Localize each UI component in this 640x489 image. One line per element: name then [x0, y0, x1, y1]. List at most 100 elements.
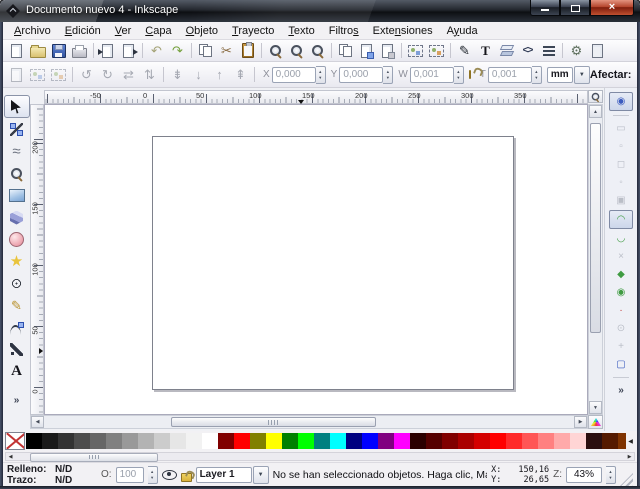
fill-stroke-indicator[interactable]: Relleno:N/D Trazo:N/D — [7, 464, 97, 486]
drawing-canvas[interactable] — [44, 104, 588, 415]
snap-cusp-nodes-button[interactable]: ◆ — [610, 266, 632, 283]
pencil-tool-button[interactable]: ✎ — [5, 295, 29, 316]
menu-ver[interactable]: Ver — [108, 23, 139, 39]
layer-selector[interactable]: Layer 1 — [196, 466, 269, 484]
scroll-up-arrow-icon[interactable] — [589, 105, 602, 118]
text-tool-button[interactable]: A — [5, 361, 29, 382]
palette-swatch[interactable] — [554, 433, 570, 449]
toolbox-overflow-button[interactable]: » — [5, 390, 29, 411]
preferences-button[interactable]: ⚙ — [566, 41, 587, 61]
lower-button[interactable]: ↓ — [188, 65, 209, 85]
zoom-field[interactable]: 43% — [566, 467, 602, 483]
palette-swatch[interactable] — [314, 433, 330, 449]
palette-swatch[interactable] — [410, 433, 426, 449]
rotate-cw-button[interactable]: ↻ — [97, 65, 118, 85]
palette-swatch[interactable] — [26, 433, 42, 449]
palette-swatch[interactable] — [474, 433, 490, 449]
scroll-down-arrow-icon[interactable] — [589, 401, 602, 414]
palette-swatch[interactable] — [618, 433, 626, 449]
paste-button[interactable] — [237, 41, 258, 61]
color-managed-display-button[interactable] — [588, 415, 603, 429]
ellipse-tool-button[interactable] — [5, 229, 29, 250]
snap-object-centers-button[interactable]: ⊙ — [610, 320, 632, 337]
titlebar[interactable]: Documento nuevo 4 - Inkscape × — [0, 0, 640, 22]
layer-selector-arrow-icon[interactable] — [253, 466, 269, 484]
spiral-tool-button[interactable] — [5, 273, 29, 294]
create-clone-button[interactable] — [356, 41, 377, 61]
print-button[interactable] — [69, 41, 90, 61]
snap-enable-button[interactable]: ◉ — [609, 92, 633, 111]
palette-none-swatch[interactable] — [5, 432, 25, 450]
save-button[interactable] — [48, 41, 69, 61]
document-properties-button[interactable] — [587, 41, 608, 61]
palette-swatch[interactable] — [250, 433, 266, 449]
fill-stroke-dialog-button[interactable]: ✎ — [454, 41, 475, 61]
palette-scroll-right-icon[interactable] — [625, 453, 634, 460]
tweak-tool-button[interactable]: ≈ — [5, 141, 29, 162]
menu-edicion[interactable]: Edición — [58, 23, 108, 39]
palette-scrollbar-track[interactable] — [5, 452, 635, 461]
palette-swatch[interactable] — [346, 433, 362, 449]
palette-swatch[interactable] — [154, 433, 170, 449]
align-dialog-button[interactable] — [538, 41, 559, 61]
snap-bbox-corners-button[interactable]: ◻ — [610, 156, 632, 173]
zoom-spinner[interactable] — [606, 466, 616, 484]
menu-ayuda[interactable]: Ayuda — [440, 23, 485, 39]
unlink-clone-button[interactable] — [377, 41, 398, 61]
sticky-zoom-button[interactable] — [588, 90, 603, 103]
select-all-button[interactable] — [6, 65, 27, 85]
horizontal-ruler[interactable]: -50050100150200250300350 — [44, 90, 588, 104]
palette-swatch[interactable] — [58, 433, 74, 449]
lower-to-bottom-button[interactable]: ⇟ — [167, 65, 188, 85]
palette-swatch[interactable] — [202, 433, 218, 449]
palette-swatch[interactable] — [330, 433, 346, 449]
palette-scroll-left-icon[interactable] — [6, 453, 15, 460]
deselect-button[interactable] — [48, 65, 69, 85]
snapbar-overflow-button[interactable]: » — [610, 382, 632, 399]
unit-select-arrow-icon[interactable] — [574, 66, 590, 84]
palette-swatch[interactable] — [106, 433, 122, 449]
palette-swatch[interactable] — [122, 433, 138, 449]
width-spinner[interactable] — [454, 66, 464, 84]
menu-filtros[interactable]: Filtros — [322, 23, 366, 39]
palette-swatch[interactable] — [458, 433, 474, 449]
menu-extensiones[interactable]: Extensiones — [366, 23, 440, 39]
layer-visibility-eye-icon[interactable] — [162, 470, 177, 480]
snap-bbox-button[interactable]: ▭ — [610, 120, 632, 137]
raise-button[interactable]: ↑ — [209, 65, 230, 85]
snap-path-intersections-button[interactable]: × — [610, 248, 632, 265]
vertical-ruler[interactable]: 200150100500 — [30, 104, 44, 415]
palette-scrollbar-thumb[interactable] — [30, 453, 158, 462]
menu-archivo[interactable]: Archivo — [7, 23, 58, 39]
horizontal-scrollbar[interactable] — [30, 415, 588, 429]
palette-swatch[interactable] — [42, 433, 58, 449]
x-field[interactable]: 0,000 — [272, 67, 316, 83]
palette-swatch[interactable] — [298, 433, 314, 449]
snap-bbox-centers-button[interactable]: ▣ — [610, 192, 632, 209]
minimize-button[interactable] — [530, 0, 560, 16]
open-button[interactable] — [27, 41, 48, 61]
palette-swatch[interactable] — [282, 433, 298, 449]
cut-button[interactable]: ✂ — [216, 41, 237, 61]
snap-bbox-edges-button[interactable]: ▫ — [610, 138, 632, 155]
layer-lock-icon[interactable] — [181, 473, 192, 482]
palette-swatch[interactable] — [586, 433, 602, 449]
rectangle-tool-button[interactable] — [5, 185, 29, 206]
bezier-tool-button[interactable] — [5, 317, 29, 338]
opacity-field[interactable]: 100 — [116, 467, 144, 483]
zoom-tool-button[interactable] — [5, 163, 29, 184]
zoom-page-button[interactable] — [307, 41, 328, 61]
snap-paths-button[interactable]: ◡ — [610, 230, 632, 247]
palette-swatch[interactable] — [362, 433, 378, 449]
palette-swatch[interactable] — [442, 433, 458, 449]
menu-texto[interactable]: Texto — [281, 23, 321, 39]
ungroup-button[interactable] — [426, 41, 447, 61]
palette-swatch[interactable] — [378, 433, 394, 449]
height-spinner[interactable] — [532, 66, 542, 84]
box3d-tool-button[interactable] — [5, 207, 29, 228]
palette-swatch[interactable] — [90, 433, 106, 449]
palette-swatch[interactable] — [426, 433, 442, 449]
snap-line-midpoints-button[interactable]: · — [610, 302, 632, 319]
close-button[interactable]: × — [590, 0, 634, 16]
palette-swatch[interactable] — [234, 433, 250, 449]
